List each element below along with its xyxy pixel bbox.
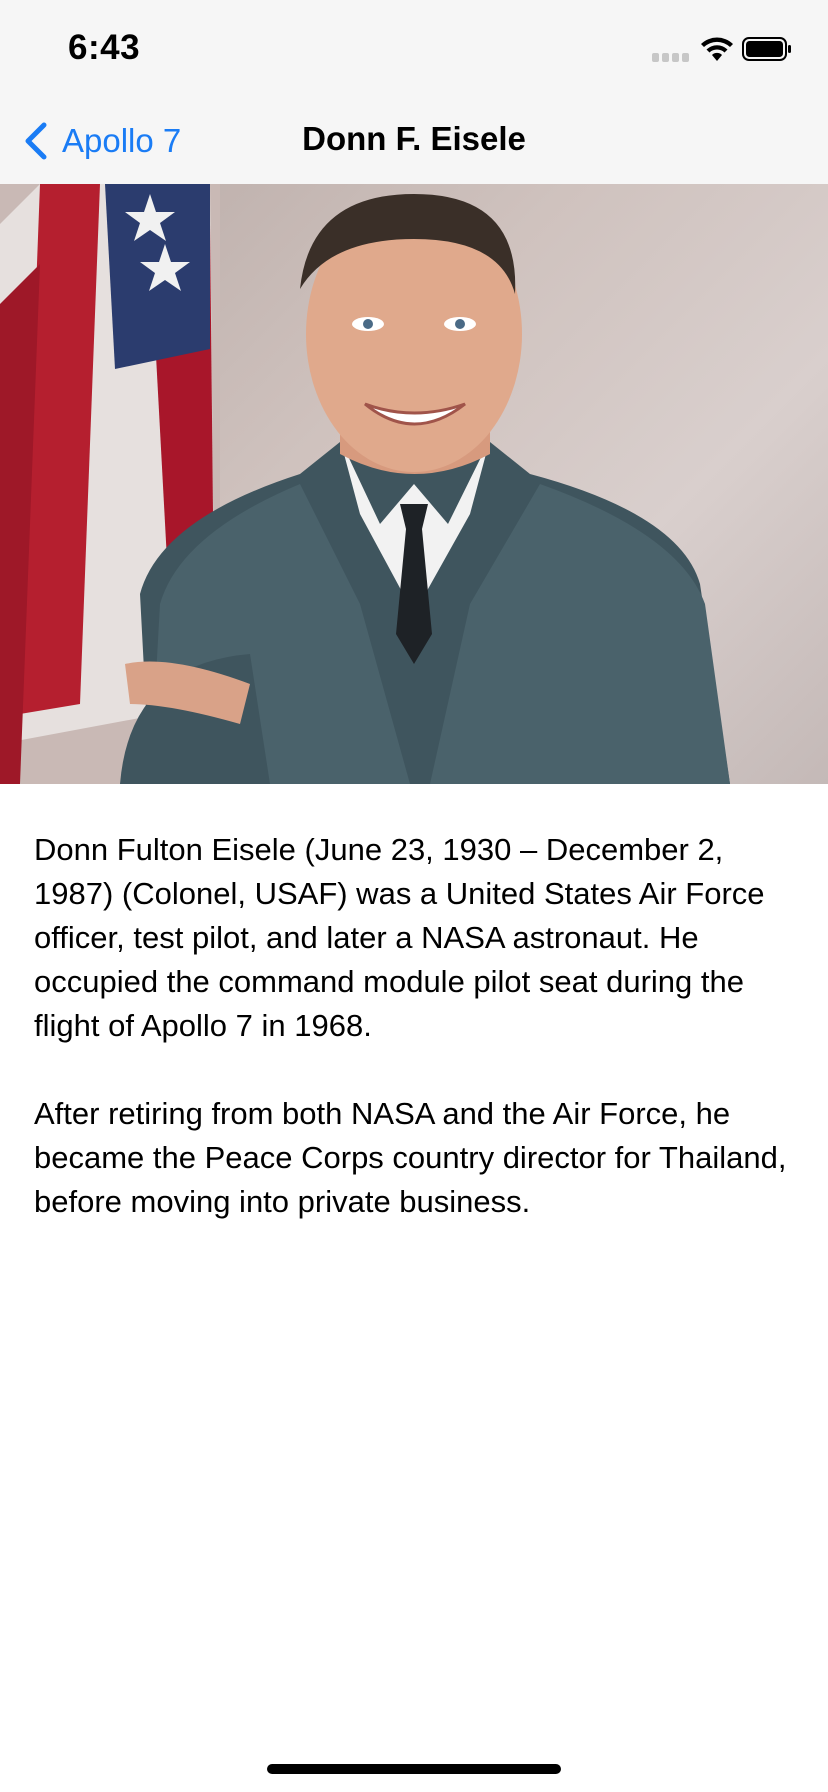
page-title: Donn F. Eisele (302, 120, 526, 157)
portrait-illustration (0, 184, 730, 784)
status-bar: 6:43 (0, 0, 828, 96)
astronaut-portrait (0, 184, 828, 784)
bio-paragraph: After retiring from both NASA and the Ai… (34, 1096, 787, 1219)
status-time: 6:43 (68, 28, 141, 67)
cellular-signal-icon (652, 53, 692, 62)
biography: Donn Fulton Eisele (June 23, 1930 – Dece… (34, 828, 802, 1268)
battery-icon (742, 37, 791, 61)
home-indicator[interactable] (267, 1764, 561, 1774)
bio-paragraph: Donn Fulton Eisele (June 23, 1930 – Dece… (34, 832, 765, 1043)
navigation-bar: Apollo 7 Donn F. Eisele (0, 96, 828, 185)
wifi-icon (701, 37, 733, 61)
